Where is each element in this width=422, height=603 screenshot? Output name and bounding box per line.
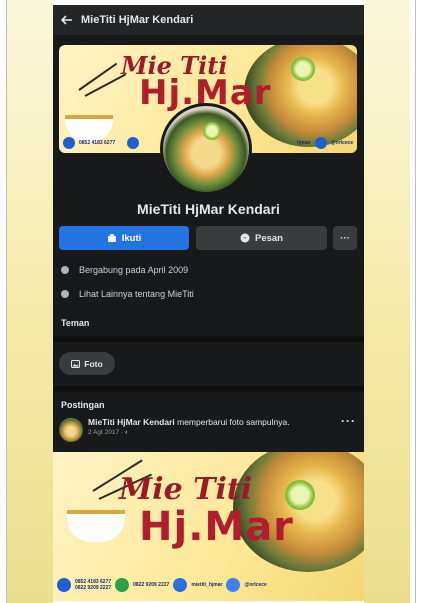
posts-section-label: Postingan [61,400,105,410]
post-headline: MieTiti HjMar Kendari memperbarui foto s… [88,417,328,427]
profile-avatar[interactable] [160,103,252,195]
post-date[interactable]: 2 Agt 2017 · [88,429,123,436]
instagram-icon [173,578,188,592]
more-options-button[interactable]: ··· [333,226,357,250]
post-handle-text: @nrlcece [244,582,267,588]
message-button[interactable]: Pesan [196,226,327,250]
post-instagram-text: mietiti_hjmar [191,582,223,588]
bowl-logo-graphic [67,510,125,542]
post-header: MieTiti HjMar Kendari memperbarui foto s… [59,414,358,445]
phone-screen: MieTiti HjMar Kendari Mie Titi Hj.Mar 08… [53,5,364,601]
see-more-text[interactable]: Lihat Lainnya tentang MieTiti [79,289,194,299]
photos-label: Foto [84,358,103,369]
section-divider [53,386,364,392]
post-brand-text: Hj.Mar [139,504,294,550]
lime-slice-image [203,122,221,140]
messenger-icon [240,233,250,243]
back-arrow-icon[interactable] [53,5,81,35]
cover-handle-text: @nrlcece [330,140,354,146]
post-action: memperbarui foto sampulnya. [177,417,290,427]
whatsapp-icon [127,137,140,149]
phone-icon [57,578,71,592]
lime-slice-image [291,57,315,81]
chopstick-graphic [84,73,127,97]
see-more-row[interactable]: Lihat Lainnya tentang MieTiti [61,289,194,299]
clock-icon [61,266,69,274]
photos-chip[interactable]: Foto [59,352,115,375]
post-image[interactable]: Mie Titi Hj.Mar 0852 4183 6277 0822 9209… [53,452,364,601]
joined-text: Bergabung pada April 2009 [79,265,189,275]
topbar-title: MieTiti HjMar Kendari [81,14,194,26]
messenger-icon [314,137,327,149]
follow-icon [107,234,116,242]
post-more-button[interactable]: ··· [341,414,356,428]
post-meta: 2 Agt 2017 · ◐ [88,429,129,436]
top-bar: MieTiti HjMar Kendari [53,5,364,35]
post-avatar[interactable] [59,418,83,442]
more-options-label: ··· [340,232,350,244]
post-whatsapp-text: 0822 9209 2227 [133,582,170,588]
page-title: MieTiti HjMar Kendari [137,201,280,217]
follow-label: Ikuti [121,232,142,244]
follow-button[interactable]: Ikuti [59,226,189,250]
post-contact-strip: 0852 4183 6277 0822 9209 2227 0822 9209 … [53,575,364,595]
section-divider [53,336,364,342]
cover-tag-text: hjmar [297,140,311,146]
photo-icon [71,359,81,368]
whatsapp-icon [115,578,130,592]
message-label: Pesan [255,232,283,244]
post-author[interactable]: MieTiti HjMar Kendari [88,417,175,427]
phone-icon [63,137,75,149]
post-script-text: Mie Titi [119,472,253,507]
post-phone-2: 0822 9209 2227 [75,585,112,591]
globe-icon: ◐ [124,429,129,436]
joined-info-row: Bergabung pada April 2009 [61,265,188,275]
friends-section-label: Teman [61,318,90,328]
messenger-icon [226,578,241,592]
cover-phone-text: 0852 4183 6277 [79,140,116,146]
more-info-icon [61,290,69,298]
